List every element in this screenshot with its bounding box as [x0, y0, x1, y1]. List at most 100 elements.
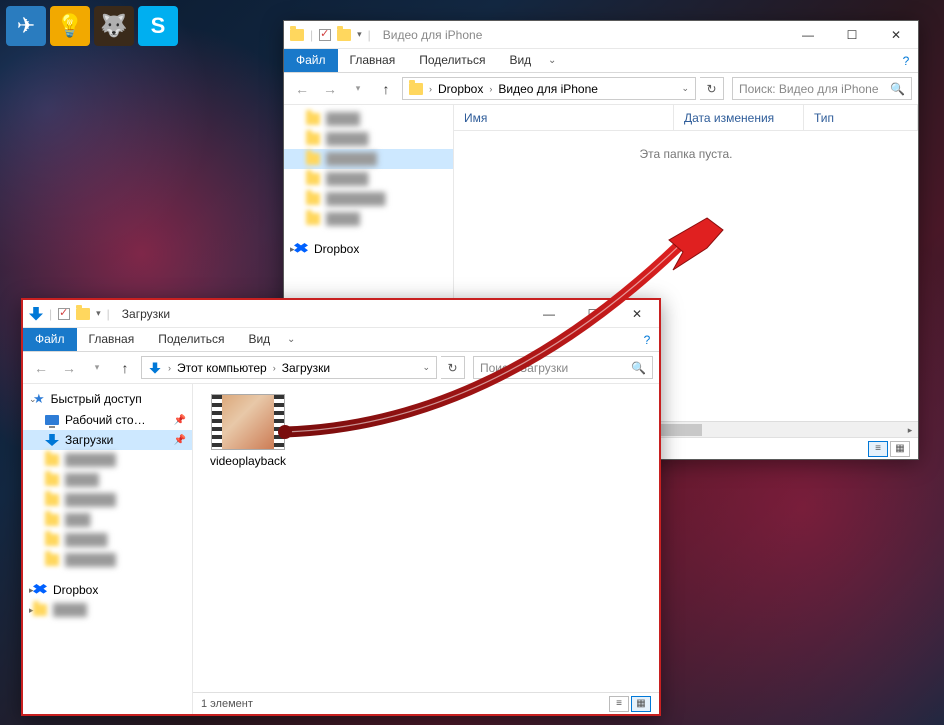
- breadcrumb-segment[interactable]: Загрузки: [278, 361, 334, 375]
- nav-item-blurred[interactable]: ██████: [284, 149, 453, 169]
- expand-icon[interactable]: ▸: [290, 244, 295, 255]
- file-item-video[interactable]: videoplayback: [203, 394, 293, 468]
- view-details-button[interactable]: ≡: [868, 441, 888, 457]
- nav-item-blurred[interactable]: █████: [284, 129, 453, 149]
- tab-file[interactable]: Файл: [284, 49, 338, 72]
- tab-home[interactable]: Главная: [338, 49, 408, 72]
- nav-item-dropbox[interactable]: ▸ Dropbox: [23, 580, 192, 600]
- column-name[interactable]: Имя: [454, 105, 674, 130]
- pin-icon: 📌: [174, 435, 186, 446]
- close-button[interactable]: ✕: [874, 21, 918, 49]
- nav-item-downloads[interactable]: Загрузки 📌: [23, 430, 192, 450]
- nav-item-blurred[interactable]: ██████: [23, 450, 192, 470]
- nav-history-icon[interactable]: ▾: [85, 356, 109, 380]
- expand-icon[interactable]: ▸: [29, 585, 34, 596]
- search-input[interactable]: Поиск: Загрузки 🔍: [473, 356, 653, 379]
- window-title: Загрузки: [122, 307, 170, 321]
- nav-forward-button: →: [318, 77, 342, 101]
- nav-up-button[interactable]: ↑: [374, 77, 398, 101]
- desktop-shortcut-row: ✈ 💡 🐺 S: [6, 6, 178, 46]
- search-placeholder: Поиск: Видео для iPhone: [739, 82, 879, 96]
- skype-icon[interactable]: S: [138, 6, 178, 46]
- nav-item-desktop[interactable]: Рабочий сто… 📌: [23, 410, 192, 430]
- search-icon[interactable]: 🔍: [890, 82, 905, 96]
- chevron-icon[interactable]: ›: [166, 363, 173, 373]
- tab-view[interactable]: Вид: [236, 328, 282, 351]
- nav-item-blurred[interactable]: ███: [23, 510, 192, 530]
- search-icon[interactable]: 🔍: [631, 361, 646, 375]
- qat-chevron-icon[interactable]: ▾: [96, 308, 101, 319]
- breadcrumb-segment[interactable]: Dropbox: [434, 82, 487, 96]
- files-area[interactable]: videoplayback: [193, 384, 659, 692]
- column-type[interactable]: Тип: [804, 105, 918, 130]
- address-bar-row: ← → ▾ ↑ › Этот компьютер › Загрузки ⌄ ↻ …: [23, 352, 659, 384]
- qat-chevron-icon[interactable]: ▾: [357, 29, 362, 40]
- maximize-button[interactable]: ☐: [571, 300, 615, 328]
- help-icon[interactable]: ?: [894, 49, 918, 72]
- downloads-icon: [29, 307, 43, 321]
- help-icon[interactable]: ?: [635, 328, 659, 351]
- nav-item-blurred[interactable]: █████: [284, 169, 453, 189]
- tab-view[interactable]: Вид: [497, 49, 543, 72]
- explorer-window-downloads: | ▾ | Загрузки — ☐ ✕ Файл Главная Подели…: [21, 298, 661, 716]
- nav-item-blurred[interactable]: ████: [284, 209, 453, 229]
- nav-item-dropbox[interactable]: ▸ Dropbox: [284, 239, 453, 259]
- nav-item-blurred[interactable]: ████: [284, 109, 453, 129]
- nav-up-button[interactable]: ↑: [113, 356, 137, 380]
- minimize-button[interactable]: —: [527, 300, 571, 328]
- ribbon-expand-icon[interactable]: ⌄: [282, 328, 300, 351]
- titlebar[interactable]: | ▾ | Видео для iPhone — ☐ ✕: [284, 21, 918, 49]
- chevron-down-icon[interactable]: ⌄: [422, 362, 434, 373]
- nav-back-button[interactable]: ←: [29, 356, 53, 380]
- refresh-button[interactable]: ↻: [700, 77, 724, 100]
- nav-item-blurred[interactable]: █████: [23, 530, 192, 550]
- nav-history-icon[interactable]: ▾: [346, 77, 370, 101]
- breadcrumb-segment[interactable]: Видео для iPhone: [494, 82, 602, 96]
- item-count-label: 1 элемент: [201, 698, 253, 710]
- chevron-icon[interactable]: ›: [487, 84, 494, 94]
- nav-item-quick-access[interactable]: ⌄ ★ Быстрый доступ: [23, 388, 192, 410]
- checkbox-icon[interactable]: [319, 29, 331, 41]
- ribbon: Файл Главная Поделиться Вид ⌄ ?: [284, 49, 918, 73]
- breadcrumb[interactable]: › Этот компьютер › Загрузки ⌄: [141, 356, 437, 379]
- chevron-icon[interactable]: ›: [271, 363, 278, 373]
- bulb-icon[interactable]: 💡: [50, 6, 90, 46]
- search-placeholder: Поиск: Загрузки: [480, 361, 568, 375]
- nav-item-blurred[interactable]: ██████: [23, 490, 192, 510]
- separator: |: [49, 307, 52, 321]
- checkbox-icon[interactable]: [58, 308, 70, 320]
- minimize-button[interactable]: —: [786, 21, 830, 49]
- breadcrumb[interactable]: › Dropbox › Видео для iPhone ⌄: [402, 77, 696, 100]
- nav-item-blurred[interactable]: ███████: [284, 189, 453, 209]
- nav-back-button[interactable]: ←: [290, 77, 314, 101]
- titlebar[interactable]: | ▾ | Загрузки — ☐ ✕: [23, 300, 659, 328]
- telegram-icon[interactable]: ✈: [6, 6, 46, 46]
- downloads-icon: [45, 434, 59, 446]
- navigation-pane[interactable]: ⌄ ★ Быстрый доступ Рабочий сто… 📌 Загруз…: [23, 384, 193, 714]
- tab-share[interactable]: Поделиться: [407, 49, 497, 72]
- column-date[interactable]: Дата изменения: [674, 105, 804, 130]
- view-details-button[interactable]: ≡: [609, 696, 629, 712]
- nav-item-blurred[interactable]: ██████: [23, 550, 192, 570]
- chevron-icon[interactable]: ›: [427, 84, 434, 94]
- view-icons-button[interactable]: ▦: [890, 441, 910, 457]
- breadcrumb-segment[interactable]: Этот компьютер: [173, 361, 271, 375]
- collapse-icon[interactable]: ⌄: [29, 394, 37, 405]
- nav-item-blurred[interactable]: ████: [23, 470, 192, 490]
- tab-home[interactable]: Главная: [77, 328, 147, 351]
- close-button[interactable]: ✕: [615, 300, 659, 328]
- ribbon-expand-icon[interactable]: ⌄: [543, 49, 561, 72]
- tab-share[interactable]: Поделиться: [146, 328, 236, 351]
- refresh-button[interactable]: ↻: [441, 356, 465, 379]
- content-pane[interactable]: videoplayback 1 элемент ≡ ▦: [193, 384, 659, 714]
- desktop-icon: [45, 415, 59, 425]
- chevron-down-icon[interactable]: ⌄: [681, 83, 693, 94]
- nav-item-blurred[interactable]: ▸ ████: [23, 600, 192, 620]
- gimp-icon[interactable]: 🐺: [94, 6, 134, 46]
- view-icons-button[interactable]: ▦: [631, 696, 651, 712]
- maximize-button[interactable]: ☐: [830, 21, 874, 49]
- scroll-right-icon[interactable]: ▸: [902, 422, 918, 438]
- search-input[interactable]: Поиск: Видео для iPhone 🔍: [732, 77, 912, 100]
- downloads-icon: [149, 362, 160, 373]
- tab-file[interactable]: Файл: [23, 328, 77, 351]
